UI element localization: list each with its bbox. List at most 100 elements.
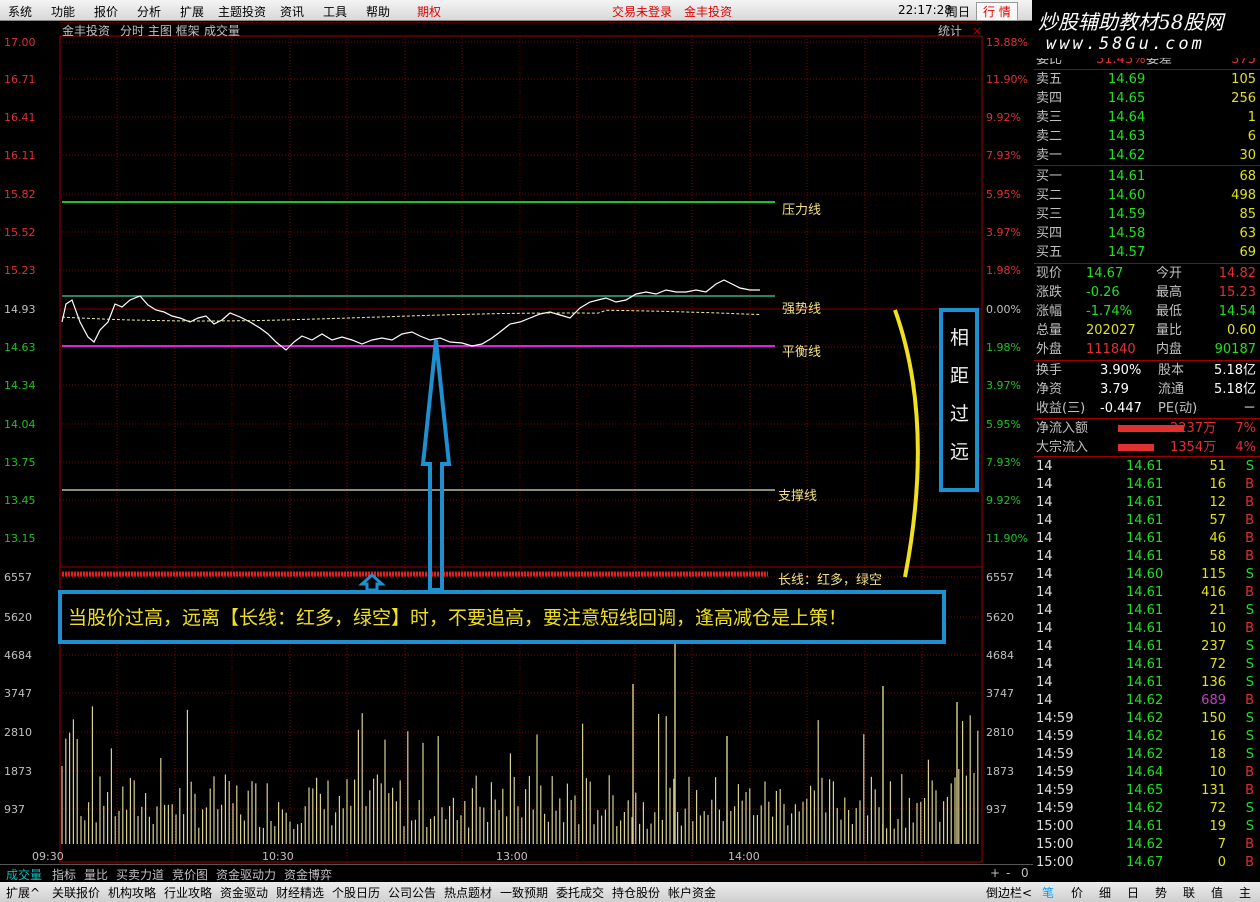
- toolbar-sidebar-toggle[interactable]: 倒边栏<: [986, 884, 1032, 901]
- toolbar-hot-topics[interactable]: 热点题材: [444, 884, 492, 901]
- toolbar-finance-news[interactable]: 财经精选: [276, 884, 324, 901]
- zoom-in-button[interactable]: +: [990, 866, 1000, 880]
- menu-theme-invest[interactable]: 主题投资: [218, 3, 266, 20]
- tick-row: 14 14.61 51 S: [1034, 457, 1260, 476]
- order-book-label: 买三: [1036, 207, 1063, 222]
- tick-side: B: [1245, 855, 1254, 870]
- side-tab-link[interactable]: 联: [1183, 884, 1195, 901]
- toolbar-announcements[interactable]: 公司公告: [388, 884, 436, 901]
- stats-value: -0.26: [1086, 285, 1120, 300]
- toolbar-consensus[interactable]: 一致预期: [500, 884, 548, 901]
- order-book-volume: 63: [1239, 226, 1256, 241]
- order-book-volume: 498: [1231, 188, 1256, 203]
- tab-auction[interactable]: 竞价图: [172, 866, 208, 883]
- header-stock-name[interactable]: 金丰投资: [62, 23, 110, 38]
- header-menu-items[interactable]: 分时 主图 框架: [120, 24, 200, 38]
- tick-volume: 51: [1209, 459, 1226, 474]
- tick-price: 14.61: [1126, 513, 1164, 528]
- tick-price: 14.61: [1126, 657, 1164, 672]
- clock: 22:17:28: [898, 3, 952, 17]
- pct-axis-label: 3.97%: [986, 379, 1021, 392]
- order-book-label: 买一: [1036, 169, 1063, 184]
- price-axis-label: 15.52: [4, 226, 36, 239]
- menu-tools[interactable]: 工具: [323, 3, 347, 20]
- price-axis-label: 16.11: [4, 149, 36, 162]
- tick-time: 14: [1036, 495, 1053, 510]
- order-book-label: 买五: [1036, 245, 1063, 260]
- toolbar-orders[interactable]: 委托成交: [556, 884, 604, 901]
- menu-news[interactable]: 资讯: [280, 3, 304, 20]
- stats-value: 14.54: [1218, 304, 1256, 319]
- volume-axis-label-right: 5620: [986, 611, 1014, 624]
- header-volume-label[interactable]: 成交量: [204, 23, 240, 38]
- side-tab-price[interactable]: 价: [1071, 884, 1083, 901]
- menu-extend[interactable]: 扩展: [180, 3, 204, 20]
- order-book-label: 卖四: [1036, 91, 1063, 106]
- order-book-price: 14.60: [1108, 188, 1146, 203]
- menu-analysis[interactable]: 分析: [137, 3, 161, 20]
- toolbar-stock-calendar[interactable]: 个股日历: [332, 884, 380, 901]
- distance-bracket: [893, 309, 920, 578]
- tab-fund-drive[interactable]: 资金驱动力: [216, 866, 276, 883]
- tick-price: 14.61: [1126, 549, 1164, 564]
- tick-side: S: [1245, 729, 1254, 744]
- side-tab-trend[interactable]: 势: [1155, 884, 1167, 901]
- toolbar-extend[interactable]: 扩展^: [6, 884, 40, 901]
- trade-login-status[interactable]: 交易未登录: [612, 3, 672, 20]
- tick-price: 14.62: [1126, 747, 1164, 762]
- tab-volume-ratio[interactable]: 量比: [84, 866, 108, 883]
- menu-help[interactable]: 帮助: [366, 3, 390, 20]
- stats-row: 现价 14.67 今开 14.82: [1034, 264, 1260, 283]
- toolbar-fund-drive[interactable]: 资金驱动: [220, 884, 268, 901]
- distance-callout-char: 相: [950, 327, 969, 349]
- tick-row: 14:59 14.64 10 B: [1034, 763, 1260, 782]
- tick-row: 14 14.61 416 B: [1034, 583, 1260, 602]
- quote-button[interactable]: 行 情: [976, 2, 1018, 21]
- time-axis-label: 14:00: [728, 850, 760, 863]
- tab-volume[interactable]: 成交量: [6, 866, 42, 883]
- close-chart-icon[interactable]: ×: [972, 24, 982, 38]
- volume-axis-label: 1873: [4, 765, 32, 778]
- tab-indicator[interactable]: 指标: [52, 866, 76, 883]
- volume-axis-label-right: 2810: [986, 726, 1014, 739]
- strong-line-label: 强势线: [782, 301, 821, 317]
- menu-quote[interactable]: 报价: [94, 3, 118, 20]
- tick-time: 14:59: [1036, 711, 1074, 726]
- tick-volume: 72: [1209, 801, 1226, 816]
- order-book-price: 14.63: [1108, 129, 1146, 144]
- side-tab-value[interactable]: 值: [1211, 884, 1223, 901]
- order-book-row: 卖一 14.62 30: [1034, 146, 1260, 165]
- toolbar-related-quote[interactable]: 关联报价: [52, 884, 100, 901]
- order-book-label: 买四: [1036, 226, 1063, 241]
- header-stats-button[interactable]: 统计: [938, 24, 962, 38]
- side-tab-trades[interactable]: 笔: [1042, 884, 1054, 901]
- volume-axis-label-right: 1873: [986, 765, 1014, 778]
- zoom-out-button[interactable]: -: [1006, 866, 1010, 880]
- tick-volume: 12: [1209, 495, 1226, 510]
- side-tab-main[interactable]: 主: [1239, 884, 1251, 901]
- menu-options[interactable]: 期权: [417, 3, 441, 20]
- tick-row: 15:00 14.61 19 S: [1034, 817, 1260, 836]
- order-book-volume: 6: [1247, 129, 1256, 144]
- intraday-chart[interactable]: 金丰投资 分时 主图 框架 成交量 统计 × 17.00 13.88% 16.71 11.90%…: [0, 22, 1033, 864]
- tick-side: B: [1245, 549, 1254, 564]
- menu-function[interactable]: 功能: [51, 3, 75, 20]
- toolbar-holdings[interactable]: 持仓股份: [612, 884, 660, 901]
- tick-volume: 58: [1209, 549, 1226, 564]
- toolbar-account-funds[interactable]: 帐户资金: [668, 884, 716, 901]
- toolbar-industry[interactable]: 行业攻略: [164, 884, 212, 901]
- zoom-reset-button[interactable]: 0: [1021, 866, 1029, 880]
- tab-buy-sell-force[interactable]: 买卖力道: [116, 866, 164, 883]
- tab-fund-game[interactable]: 资金博弈: [284, 866, 332, 883]
- order-ratio-row: 委比 31.43% 委差 375: [1034, 58, 1260, 69]
- tick-price: 14.61: [1126, 495, 1164, 510]
- tick-price: 14.62: [1126, 837, 1164, 852]
- side-tab-detail[interactable]: 细: [1099, 884, 1111, 901]
- toolbar-institution[interactable]: 机构攻略: [108, 884, 156, 901]
- menu-system[interactable]: 系统: [8, 3, 32, 20]
- tick-volume: 237: [1201, 639, 1226, 654]
- side-tab-day[interactable]: 日: [1127, 884, 1139, 901]
- tick-volume: 72: [1209, 657, 1226, 672]
- tick-price: 14.61: [1126, 459, 1164, 474]
- volume-axis-label-right: 937: [986, 803, 1007, 816]
